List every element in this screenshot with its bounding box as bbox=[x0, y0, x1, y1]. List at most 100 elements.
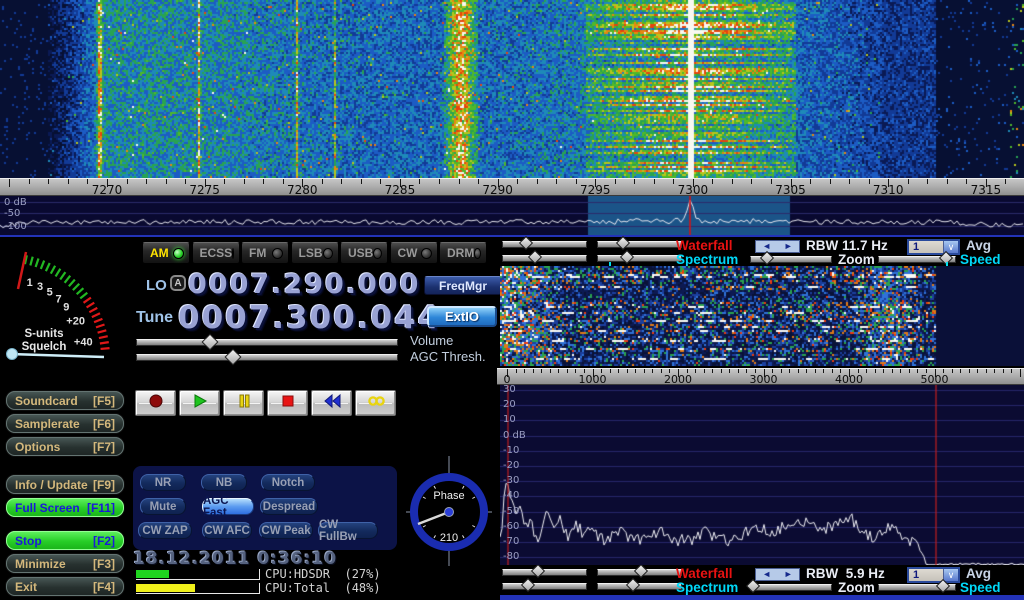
mode-button-fm[interactable]: FM bbox=[241, 242, 289, 264]
scale-tick bbox=[185, 179, 186, 184]
af-bottom-wf-brightness-slider-handle[interactable] bbox=[634, 564, 648, 578]
af-top-spec-contrast-slider[interactable] bbox=[502, 255, 587, 262]
pause-button[interactable] bbox=[223, 390, 264, 416]
af-top-spec-brightness-slider-handle[interactable] bbox=[620, 250, 634, 264]
af-top-zoom-slider[interactable] bbox=[750, 256, 832, 263]
dsp-button-cw-afc[interactable]: CW AFC bbox=[202, 522, 252, 539]
mode-button-am[interactable]: AM bbox=[142, 242, 190, 264]
scale-tick bbox=[789, 369, 790, 373]
af-top-wf-contrast-slider-handle[interactable] bbox=[519, 236, 533, 250]
arrow-right-icon[interactable]: ► bbox=[784, 242, 793, 251]
button-options[interactable]: Options[F7] bbox=[6, 437, 124, 456]
loop-button[interactable] bbox=[355, 390, 396, 416]
af-frequency-scale[interactable]: 010002000300040005000 bbox=[497, 368, 1024, 385]
button-info-update[interactable]: Info / Update[F9] bbox=[6, 475, 124, 494]
af-bottom-wf-contrast-slider-handle[interactable] bbox=[531, 564, 545, 578]
af-bottom-spec-contrast-slider-handle[interactable] bbox=[521, 578, 535, 592]
volume-slider-handle[interactable] bbox=[201, 334, 218, 351]
af-bottom-zoom-slider-handle[interactable] bbox=[746, 579, 760, 593]
dsp-button-notch[interactable]: Notch bbox=[261, 474, 315, 491]
af-bottom-wf-brightness-slider[interactable] bbox=[597, 569, 682, 576]
dsp-button-cw-peak[interactable]: CW Peak bbox=[259, 522, 313, 539]
af-bottom-spec-brightness-slider[interactable] bbox=[597, 583, 682, 590]
af-bottom-spec-brightness-slider-handle[interactable] bbox=[626, 578, 640, 592]
play-button[interactable] bbox=[179, 390, 220, 416]
button-hotkey: [F11] bbox=[87, 501, 115, 515]
af-spectrum[interactable] bbox=[500, 385, 1024, 565]
mode-button-lsb[interactable]: LSB bbox=[291, 242, 339, 264]
af-top-avg-dropdown[interactable]: 1∨ bbox=[907, 239, 960, 255]
af-top-spec-contrast-slider-handle[interactable] bbox=[527, 250, 541, 264]
af-top-wf-contrast-slider[interactable] bbox=[502, 241, 587, 248]
mode-button-drm[interactable]: DRM bbox=[439, 242, 487, 264]
freqmgr-button[interactable]: FreqMgr bbox=[424, 276, 502, 295]
dsp-button-agc-fast[interactable]: AGC Fast bbox=[202, 498, 254, 515]
dsp-button-cw-fullbw[interactable]: CW FullBw bbox=[318, 522, 378, 539]
lo-a-badge[interactable]: A bbox=[170, 275, 186, 291]
squelch-slider-knob[interactable] bbox=[7, 349, 18, 360]
s-meter-tick bbox=[99, 336, 108, 338]
overview-spectrum[interactable] bbox=[0, 196, 1024, 235]
arrow-right-icon[interactable]: ► bbox=[784, 570, 793, 579]
af-top-waterfall-toggle[interactable]: Waterfall bbox=[676, 239, 733, 253]
mode-button-ecss[interactable]: ECSS bbox=[192, 242, 240, 264]
tune-frequency-display[interactable]: 0007.300.044 bbox=[178, 300, 441, 336]
scale-tick bbox=[815, 369, 816, 373]
af-bottom-spec-contrast-slider[interactable] bbox=[502, 583, 587, 590]
record-button[interactable] bbox=[135, 390, 176, 416]
dsp-button-despread[interactable]: Despread bbox=[260, 498, 318, 515]
mode-button-usb[interactable]: USB bbox=[340, 242, 388, 264]
mode-button-cw[interactable]: CW bbox=[390, 242, 438, 264]
arrow-left-icon[interactable]: ◄ bbox=[762, 570, 771, 579]
af-top-spectrum-toggle[interactable]: Spectrum bbox=[676, 253, 738, 267]
button-samplerate[interactable]: Samplerate[F6] bbox=[6, 414, 124, 433]
arrow-left-icon[interactable]: ◄ bbox=[762, 242, 771, 251]
volume-slider[interactable] bbox=[136, 339, 398, 346]
button-full-screen[interactable]: Full Screen[F11] bbox=[6, 498, 124, 517]
button-stop[interactable]: Stop[F2] bbox=[6, 531, 124, 550]
main-waterfall[interactable] bbox=[0, 0, 1024, 178]
af-top-speed-slider[interactable] bbox=[878, 256, 956, 263]
af-top-wf-brightness-slider-handle[interactable] bbox=[616, 236, 630, 250]
af-bottom-spectrum-toggle[interactable]: Spectrum bbox=[676, 581, 738, 595]
phase-value: 210 bbox=[440, 532, 458, 544]
bottom-scrollbar[interactable] bbox=[500, 595, 1024, 600]
af-top-zoom-slider-handle[interactable] bbox=[760, 251, 774, 265]
panel-separator bbox=[0, 235, 1024, 237]
button-label: Soundcard bbox=[15, 394, 78, 408]
af-bottom-band-spinner[interactable]: ◄► bbox=[755, 568, 800, 581]
af-top-spec-brightness-slider[interactable] bbox=[597, 255, 682, 262]
af-top-wf-brightness-slider[interactable] bbox=[597, 241, 682, 248]
stop-button[interactable] bbox=[267, 390, 308, 416]
dsp-button-mute[interactable]: Mute bbox=[140, 498, 186, 515]
af-waterfall[interactable] bbox=[500, 266, 1024, 366]
scale-tick bbox=[917, 369, 918, 373]
af-bottom-avg-dropdown[interactable]: 1∨ bbox=[907, 567, 960, 583]
agc-threshold-slider[interactable] bbox=[136, 354, 398, 361]
lo-frequency-display[interactable]: 0007.290.000 bbox=[188, 269, 420, 300]
button-minimize[interactable]: Minimize[F3] bbox=[6, 554, 124, 573]
button-exit[interactable]: Exit[F4] bbox=[6, 577, 124, 596]
scale-tick bbox=[558, 369, 559, 373]
scale-tick bbox=[673, 179, 674, 184]
scale-tick-label: 7295 bbox=[580, 183, 611, 197]
extio-button[interactable]: ExtIO bbox=[427, 306, 497, 327]
af-bottom-wf-contrast-slider[interactable] bbox=[502, 569, 587, 576]
scale-tick bbox=[652, 369, 653, 373]
af-bottom-speed-slider[interactable] bbox=[878, 584, 956, 591]
rewind-button[interactable] bbox=[311, 390, 352, 416]
af-top-band-spinner[interactable]: ◄► bbox=[755, 240, 800, 253]
button-soundcard[interactable]: Soundcard[F5] bbox=[6, 391, 124, 410]
dsp-button-nb[interactable]: NB bbox=[201, 474, 247, 491]
af-bottom-zoom-slider[interactable] bbox=[750, 584, 832, 591]
phase-dial[interactable]: Phase 210 bbox=[405, 455, 495, 567]
agc-threshold-slider-handle[interactable] bbox=[225, 349, 242, 366]
chevron-down-icon[interactable]: ∨ bbox=[943, 569, 958, 581]
main-frequency-scale[interactable]: 7270727572807285729072957300730573107315 bbox=[0, 178, 1024, 196]
squelch-slider[interactable] bbox=[10, 354, 104, 357]
dsp-button-cw-zap[interactable]: CW ZAP bbox=[138, 522, 192, 539]
scale-tick bbox=[634, 179, 635, 184]
scale-tick bbox=[721, 369, 722, 373]
af-bottom-waterfall-toggle[interactable]: Waterfall bbox=[676, 567, 733, 581]
dsp-button-nr[interactable]: NR bbox=[140, 474, 186, 491]
